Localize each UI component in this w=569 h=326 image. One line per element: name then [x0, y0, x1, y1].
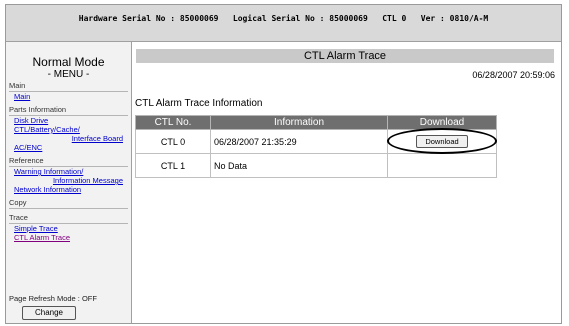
link-disk-drive[interactable]: Disk Drive	[14, 116, 131, 125]
link-information-message[interactable]: Information Message	[6, 176, 123, 185]
link-network-information[interactable]: Network Information	[14, 185, 131, 194]
change-button[interactable]: Change	[22, 306, 76, 320]
table-row: CTL 1 No Data	[135, 153, 497, 178]
section-trace: Trace	[9, 212, 128, 224]
cell-ctl-no: CTL 0	[135, 129, 211, 154]
section-main: Main	[9, 80, 128, 92]
link-ctl-battery-cache[interactable]: CTL/Battery/Cache/	[14, 125, 131, 134]
header-bar: Hardware Serial No : 85000069 Logical Se…	[6, 5, 561, 42]
cell-ctl-no: CTL 1	[135, 153, 211, 178]
link-interface-board[interactable]: Interface Board	[6, 134, 123, 143]
table-header-row: CTL No. Information Download	[135, 115, 497, 130]
section-parts-information: Parts Information	[9, 104, 128, 116]
column-header-ctl-no: CTL No.	[135, 115, 211, 130]
logical-serial: Logical Serial No : 85000069	[232, 14, 368, 23]
link-ctl-alarm-trace[interactable]: CTL Alarm Trace	[14, 233, 131, 242]
section-reference: Reference	[9, 155, 128, 167]
ctl-indicator: CTL 0	[382, 14, 407, 23]
version-info: Ver : 0810/A-M	[420, 14, 489, 23]
link-ac-enc[interactable]: AC/ENC	[14, 143, 131, 152]
section-title: CTL Alarm Trace Information	[135, 98, 263, 109]
refresh-mode-status: Page Refresh Mode : OFF	[9, 294, 97, 303]
cell-information: 06/28/2007 21:35:29	[210, 129, 388, 154]
section-copy: Copy	[9, 197, 128, 209]
page-title: CTL Alarm Trace	[136, 49, 554, 63]
link-simple-trace[interactable]: Simple Trace	[14, 224, 131, 233]
column-header-information: Information	[210, 115, 388, 130]
hardware-serial: Hardware Serial No : 85000069	[78, 14, 219, 23]
mode-title: Normal Mode	[32, 55, 105, 69]
alarm-trace-table: CTL No. Information Download CTL 0 06/28…	[135, 115, 497, 178]
menu-label: - MENU -	[47, 69, 90, 80]
main-content: CTL Alarm Trace 06/28/2007 20:59:06 CTL …	[132, 42, 561, 323]
browser-frame: Hardware Serial No : 85000069 Logical Se…	[5, 4, 562, 324]
sidebar: Normal Mode - MENU - Main Main Parts Inf…	[6, 42, 132, 323]
table-row: CTL 0 06/28/2007 21:35:29 Download	[135, 128, 497, 154]
timestamp: 06/28/2007 20:59:06	[472, 70, 555, 80]
link-main[interactable]: Main	[14, 92, 131, 101]
download-button[interactable]: Download	[416, 135, 468, 148]
download-wrapper: Download	[387, 128, 497, 154]
column-header-download: Download	[387, 115, 497, 130]
cell-information: No Data	[210, 153, 388, 178]
cell-download	[387, 153, 497, 178]
cell-download: Download	[387, 128, 497, 154]
link-warning-information[interactable]: Warning Information/	[14, 167, 131, 176]
